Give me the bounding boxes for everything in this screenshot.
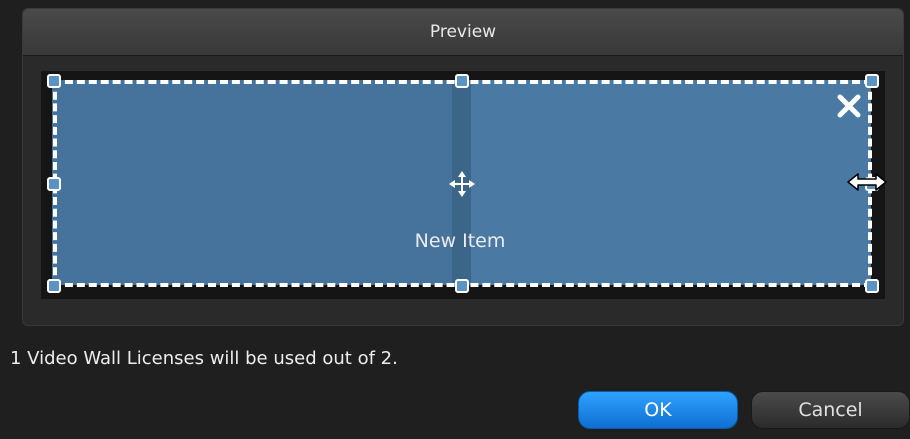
move-icon[interactable] [446, 168, 478, 200]
license-message: 1 Video Wall Licenses will be used out o… [10, 348, 398, 369]
resize-handle-top-center[interactable] [455, 74, 469, 88]
horizontal-resize-cursor-icon [847, 173, 887, 191]
ok-button[interactable]: OK [578, 391, 738, 429]
resize-handle-bottom-right[interactable] [865, 279, 879, 293]
cancel-button[interactable]: Cancel [751, 391, 910, 429]
item-label: New Item [414, 230, 506, 252]
resize-handle-bottom-left[interactable] [47, 279, 61, 293]
resize-handle-top-right[interactable] [865, 74, 879, 88]
resize-handle-bottom-center[interactable] [455, 279, 469, 293]
close-icon[interactable] [835, 92, 863, 120]
resize-handle-top-left[interactable] [47, 74, 61, 88]
preview-title: Preview [23, 9, 903, 56]
video-wall-dialog: Preview New Item 1 Video Wall Licenses w… [0, 0, 910, 439]
resize-handle-middle-left[interactable] [47, 177, 61, 191]
